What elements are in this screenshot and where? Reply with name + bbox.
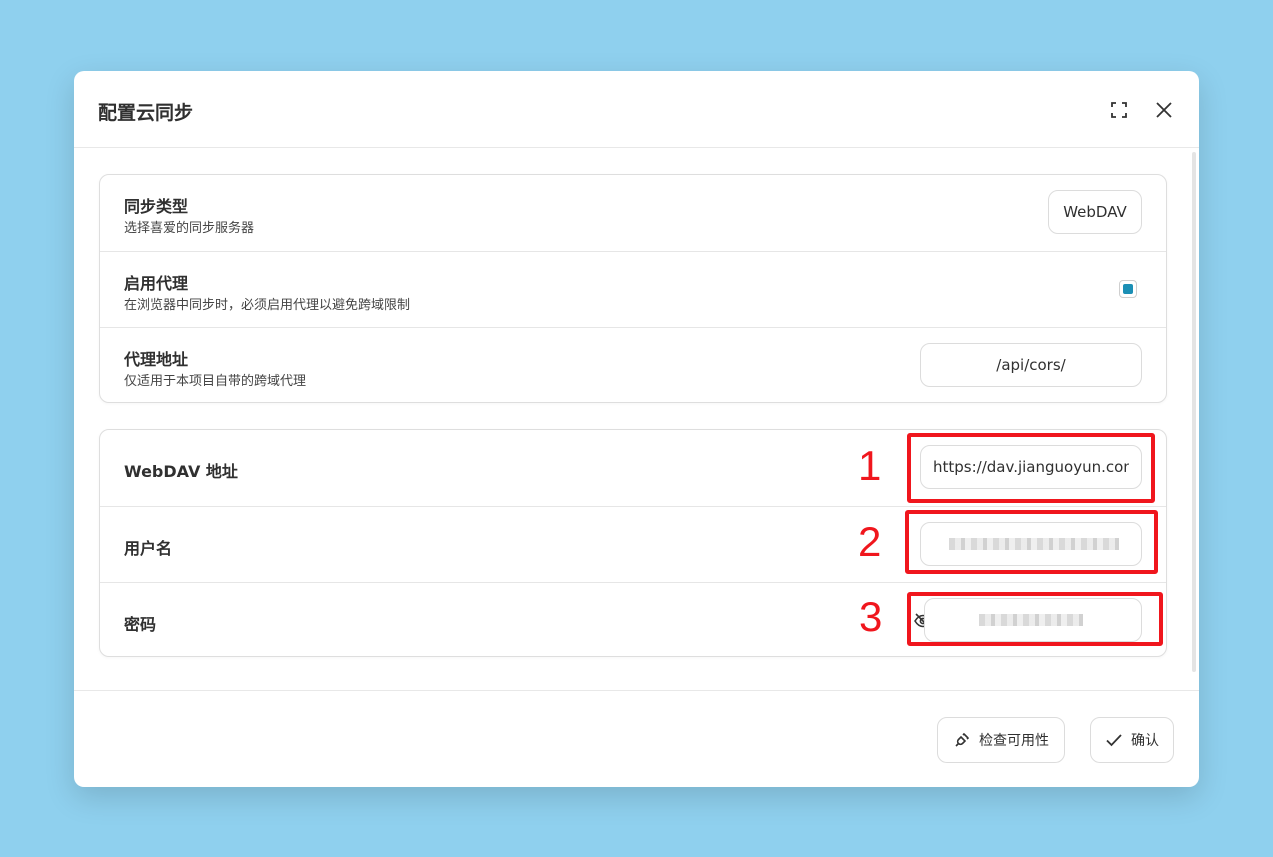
dialog-header: 配置云同步 — [74, 71, 1199, 148]
dialog-footer: 检查可用性 确认 — [74, 690, 1199, 787]
proxy-checkbox[interactable] — [1119, 280, 1137, 298]
proxy-url-row: 代理地址 仅适用于本项目自带的跨域代理 — [100, 327, 1166, 402]
maximize-icon — [1111, 102, 1127, 118]
proxy-url-title: 代理地址 — [124, 350, 189, 369]
sync-type-description: 选择喜爱的同步服务器 — [124, 221, 255, 236]
proxy-title: 启用代理 — [124, 274, 189, 293]
close-icon — [1156, 102, 1172, 118]
check-icon — [1106, 734, 1122, 747]
password-label: 密码 — [124, 615, 157, 634]
dialog-title: 配置云同步 — [98, 102, 194, 124]
webdav-endpoint-label: WebDAV 地址 — [124, 462, 238, 481]
proxy-url-description: 仅适用于本项目自带的跨域代理 — [124, 374, 307, 389]
sync-type-row: 同步类型 选择喜爱的同步服务器 WebDAV — [100, 175, 1166, 251]
proxy-description: 在浏览器中同步时，必须启用代理以避免跨域限制 — [124, 298, 411, 313]
annotation-box-1 — [907, 433, 1155, 503]
annotation-number-1: 1 — [858, 442, 882, 489]
plug-icon — [955, 732, 970, 747]
annotation-number-2: 2 — [858, 518, 882, 565]
annotation-box-3 — [907, 592, 1163, 646]
maximize-button[interactable] — [1104, 95, 1134, 125]
sync-type-select[interactable]: WebDAV — [1048, 190, 1142, 234]
annotation-box-2 — [905, 510, 1158, 574]
sync-type-title: 同步类型 — [124, 197, 189, 216]
proxy-row: 启用代理 在浏览器中同步时，必须启用代理以避免跨域限制 — [100, 251, 1166, 327]
sync-config-dialog: 配置云同步 同步类型 选择喜爱的同步服务器 WebDAV 启用代理 在浏览器中同… — [74, 71, 1199, 787]
scrollbar[interactable] — [1192, 152, 1196, 672]
annotation-number-3: 3 — [859, 593, 883, 640]
confirm-label: 确认 — [1131, 733, 1159, 749]
checkbox-fill — [1123, 284, 1133, 294]
confirm-button[interactable]: 确认 — [1090, 717, 1174, 763]
proxy-url-input[interactable] — [920, 343, 1142, 387]
check-availability-button[interactable]: 检查可用性 — [937, 717, 1065, 763]
username-label: 用户名 — [124, 539, 173, 558]
sync-settings-card: 同步类型 选择喜爱的同步服务器 WebDAV 启用代理 在浏览器中同步时，必须启… — [99, 174, 1167, 403]
close-button[interactable] — [1149, 95, 1179, 125]
check-availability-label: 检查可用性 — [979, 733, 1049, 749]
